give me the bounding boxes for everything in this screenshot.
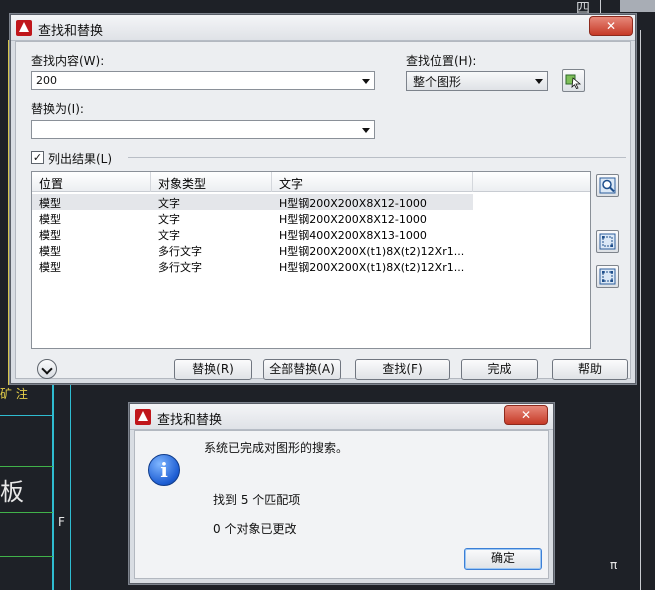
drawing-block xyxy=(620,0,655,12)
table-row[interactable]: 模型 文字 H型钢400X200X8X13-1000 xyxy=(32,226,473,242)
cell-location: 模型 xyxy=(39,229,61,242)
drawing-line xyxy=(0,466,53,467)
create-selection-set-all-button[interactable] xyxy=(596,230,619,253)
find-combobox[interactable]: 200 xyxy=(31,71,375,90)
results-header: 位置 对象类型 文字 xyxy=(32,172,590,192)
list-results-label: 列出结果(L) xyxy=(48,152,113,166)
chevron-down-icon[interactable] xyxy=(535,79,543,84)
replace-all-button[interactable]: 全部替换(A) xyxy=(263,359,341,380)
selection-set-highlighted-icon xyxy=(599,268,616,285)
zoom-search-icon xyxy=(599,177,616,194)
chevron-down-icon[interactable] xyxy=(362,79,370,84)
table-row[interactable]: 模型 文字 H型钢200X200X8X12-1000 xyxy=(32,210,473,226)
replace-label: 替换为(I): xyxy=(31,102,84,116)
find-value: 200 xyxy=(36,74,57,87)
selection-set-icon xyxy=(599,233,616,250)
replace-combobox[interactable] xyxy=(31,120,375,139)
cell-location: 模型 xyxy=(39,197,61,210)
cell-type: 文字 xyxy=(158,213,180,226)
message-line-2: 找到 5 个匹配项 xyxy=(213,493,301,507)
cell-text: H型钢200X200X(t1)8X(t2)12Xr1... xyxy=(279,245,465,258)
drawing-line xyxy=(600,0,601,14)
chevron-down-icon[interactable] xyxy=(362,128,370,133)
cell-type: 多行文字 xyxy=(158,245,202,258)
find-label: 查找内容(W): xyxy=(31,54,105,68)
message-line-3: 0 个对象已更改 xyxy=(213,522,297,536)
cell-type: 文字 xyxy=(158,229,180,242)
results-list[interactable]: 位置 对象类型 文字 模型 文字 H型钢200X200X8X12-1000 模型… xyxy=(31,171,591,349)
cell-text: H型钢400X200X8X13-1000 xyxy=(279,229,427,242)
location-value: 整个图形 xyxy=(413,75,462,89)
drawing-line xyxy=(0,556,53,557)
replace-button[interactable]: 替换(R) xyxy=(174,359,252,380)
table-row[interactable]: 模型 多行文字 H型钢200X200X(t1)8X(t2)12Xr1... xyxy=(32,242,473,258)
drawing-text: F xyxy=(58,515,65,529)
drawing-line xyxy=(640,30,641,590)
cell-location: 模型 xyxy=(39,261,61,274)
create-selection-set-highlighted-button[interactable] xyxy=(596,265,619,288)
drawing-text: 板 xyxy=(0,478,24,506)
column-header-type[interactable]: 对象类型 xyxy=(151,172,272,192)
message-title: 查找和替换 xyxy=(157,413,223,428)
dialog-titlebar[interactable]: 查找和替换 xyxy=(11,15,635,41)
drawing-line xyxy=(0,512,53,513)
drawing-line xyxy=(0,415,53,416)
cell-type: 文字 xyxy=(158,197,180,210)
location-select[interactable]: 整个图形 xyxy=(406,71,548,91)
autocad-logo-icon xyxy=(16,20,32,36)
drawing-text: 矿 注 xyxy=(0,387,28,401)
zoom-to-highlighted-button[interactable] xyxy=(596,174,619,197)
drawing-line xyxy=(52,380,54,590)
search-complete-dialog: 查找和替换 i 系统已完成对图形的搜索。 找到 5 个匹配项 0 个对象已更改 … xyxy=(129,403,554,584)
cell-location: 模型 xyxy=(39,245,61,258)
find-button[interactable]: 查找(F) xyxy=(355,359,450,380)
cell-type: 多行文字 xyxy=(158,261,202,274)
drawing-line xyxy=(70,380,71,590)
message-titlebar[interactable]: 查找和替换 xyxy=(130,404,553,430)
select-objects-icon xyxy=(565,74,582,89)
drawing-line xyxy=(8,40,9,385)
close-button[interactable] xyxy=(589,16,633,36)
table-row[interactable]: 模型 文字 H型钢200X200X8X12-1000 xyxy=(32,194,473,210)
column-header-text[interactable]: 文字 xyxy=(272,172,473,192)
drawing-text: π xyxy=(610,558,618,572)
cell-text: H型钢200X200X8X12-1000 xyxy=(279,197,427,210)
divider xyxy=(128,157,626,158)
select-objects-button[interactable] xyxy=(562,69,585,92)
close-button[interactable] xyxy=(504,405,548,425)
message-line-1: 系统已完成对图形的搜索。 xyxy=(204,441,349,455)
info-icon: i xyxy=(148,454,180,486)
expand-options-button[interactable] xyxy=(37,359,57,379)
list-results-checkbox[interactable]: ✓ xyxy=(31,151,44,164)
ok-button[interactable]: 确定 xyxy=(464,548,542,570)
cell-text: H型钢200X200X8X12-1000 xyxy=(279,213,427,226)
location-label: 查找位置(H): xyxy=(406,54,477,68)
cell-location: 模型 xyxy=(39,213,61,226)
find-replace-dialog: 查找和替换 查找内容(W): 200 替换为(I): 查找位置(H): 整个图形… xyxy=(10,14,636,384)
autocad-logo-icon xyxy=(135,409,151,425)
dialog-title: 查找和替换 xyxy=(38,24,104,39)
done-button[interactable]: 完成 xyxy=(461,359,538,380)
table-row[interactable]: 模型 多行文字 H型钢200X200X(t1)8X(t2)12Xr1... xyxy=(32,258,473,274)
cell-text: H型钢200X200X(t1)8X(t2)12Xr1... xyxy=(279,261,465,274)
dialog-body: 查找内容(W): 200 替换为(I): 查找位置(H): 整个图形 ✓ 列出结… xyxy=(15,41,631,380)
help-button[interactable]: 帮助 xyxy=(552,359,628,380)
message-body: i 系统已完成对图形的搜索。 找到 5 个匹配项 0 个对象已更改 确定 xyxy=(134,430,549,579)
column-header-location[interactable]: 位置 xyxy=(32,172,151,192)
